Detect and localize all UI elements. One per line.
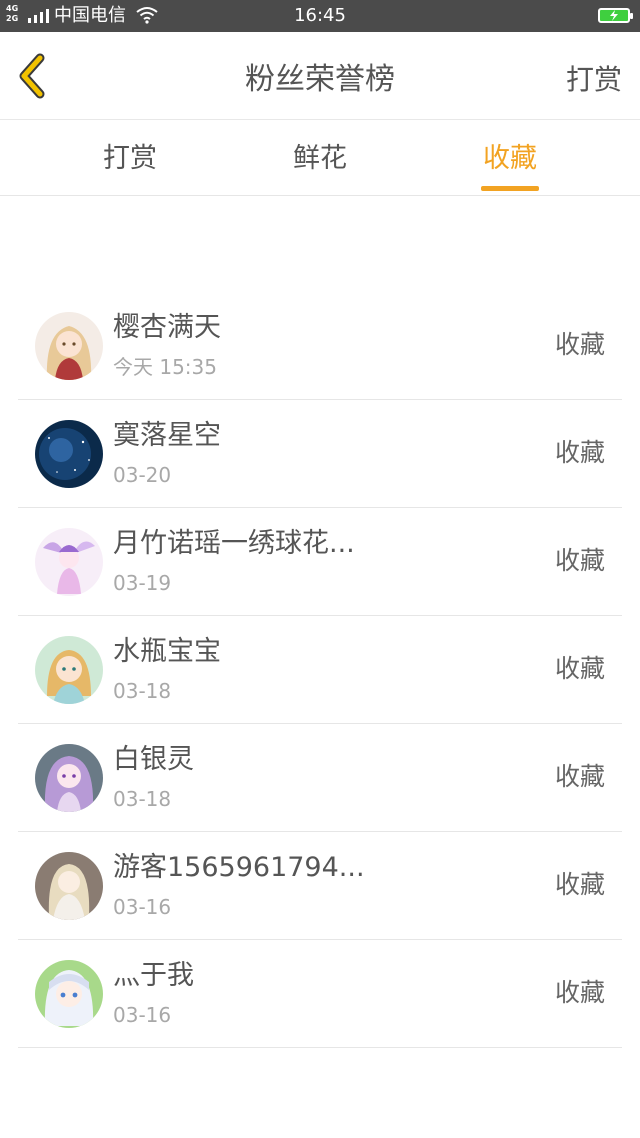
- list-item[interactable]: 白银灵 03-18 收藏: [18, 724, 622, 832]
- tab-reward[interactable]: 打赏: [70, 140, 190, 178]
- fan-list: 樱杏满天 今天 15:35 收藏 寞落星空 03-20 收藏 月竹诺瑶一绣球花.…: [18, 292, 622, 1048]
- battery-charging-icon: [598, 8, 633, 23]
- page-title: 粉丝荣誉榜: [245, 62, 395, 97]
- action-label: 收藏: [554, 762, 605, 791]
- user-name: 白银灵: [113, 744, 194, 775]
- item-time: 03-20: [113, 463, 172, 487]
- item-time: 03-16: [113, 1003, 172, 1027]
- action-label: 收藏: [554, 438, 605, 467]
- list-item[interactable]: 寞落星空 03-20 收藏: [18, 400, 622, 508]
- avatar: [35, 636, 103, 704]
- tab-bar: 打赏 鲜花 收藏: [0, 120, 640, 196]
- item-time: 03-16: [113, 895, 172, 919]
- list-item[interactable]: 水瓶宝宝 03-18 收藏: [18, 616, 622, 724]
- reward-button[interactable]: 打赏: [566, 60, 622, 100]
- list-item[interactable]: 月竹诺瑶一绣球花... 03-19 收藏: [18, 508, 622, 616]
- list-item[interactable]: 樱杏满天 今天 15:35 收藏: [18, 292, 622, 400]
- avatar: [35, 528, 103, 596]
- action-label: 收藏: [554, 330, 605, 359]
- user-name: 樱杏满天: [113, 312, 221, 343]
- user-name: 月竹诺瑶一绣球花...: [113, 528, 355, 559]
- tab-favorites[interactable]: 收藏: [450, 140, 570, 178]
- list-item[interactable]: 游客1565961794... 03-16 收藏: [18, 832, 622, 940]
- avatar: [35, 744, 103, 812]
- action-label: 收藏: [554, 978, 605, 1007]
- status-time: 16:45: [294, 5, 346, 26]
- nav-header: 粉丝荣誉榜 打赏: [0, 32, 640, 120]
- action-label: 收藏: [554, 654, 605, 683]
- action-label: 收藏: [554, 870, 605, 899]
- list-item[interactable]: 灬于我 03-16 收藏: [18, 940, 622, 1048]
- avatar: [35, 312, 103, 380]
- user-name: 寞落星空: [113, 420, 221, 451]
- item-time: 03-19: [113, 571, 172, 595]
- user-name: 游客1565961794...: [113, 852, 365, 883]
- tab-flowers[interactable]: 鲜花: [260, 140, 380, 178]
- status-bar: 4G 2G 中国电信 16:45: [0, 0, 640, 32]
- item-time: 03-18: [113, 787, 172, 811]
- avatar: [35, 960, 103, 1028]
- user-name: 灬于我: [113, 960, 194, 991]
- user-name: 水瓶宝宝: [113, 636, 221, 667]
- active-tab-indicator: [481, 186, 539, 191]
- item-time: 今天 15:35: [113, 355, 217, 379]
- action-label: 收藏: [554, 546, 605, 575]
- avatar: [35, 420, 103, 488]
- avatar: [35, 852, 103, 920]
- item-time: 03-18: [113, 679, 172, 703]
